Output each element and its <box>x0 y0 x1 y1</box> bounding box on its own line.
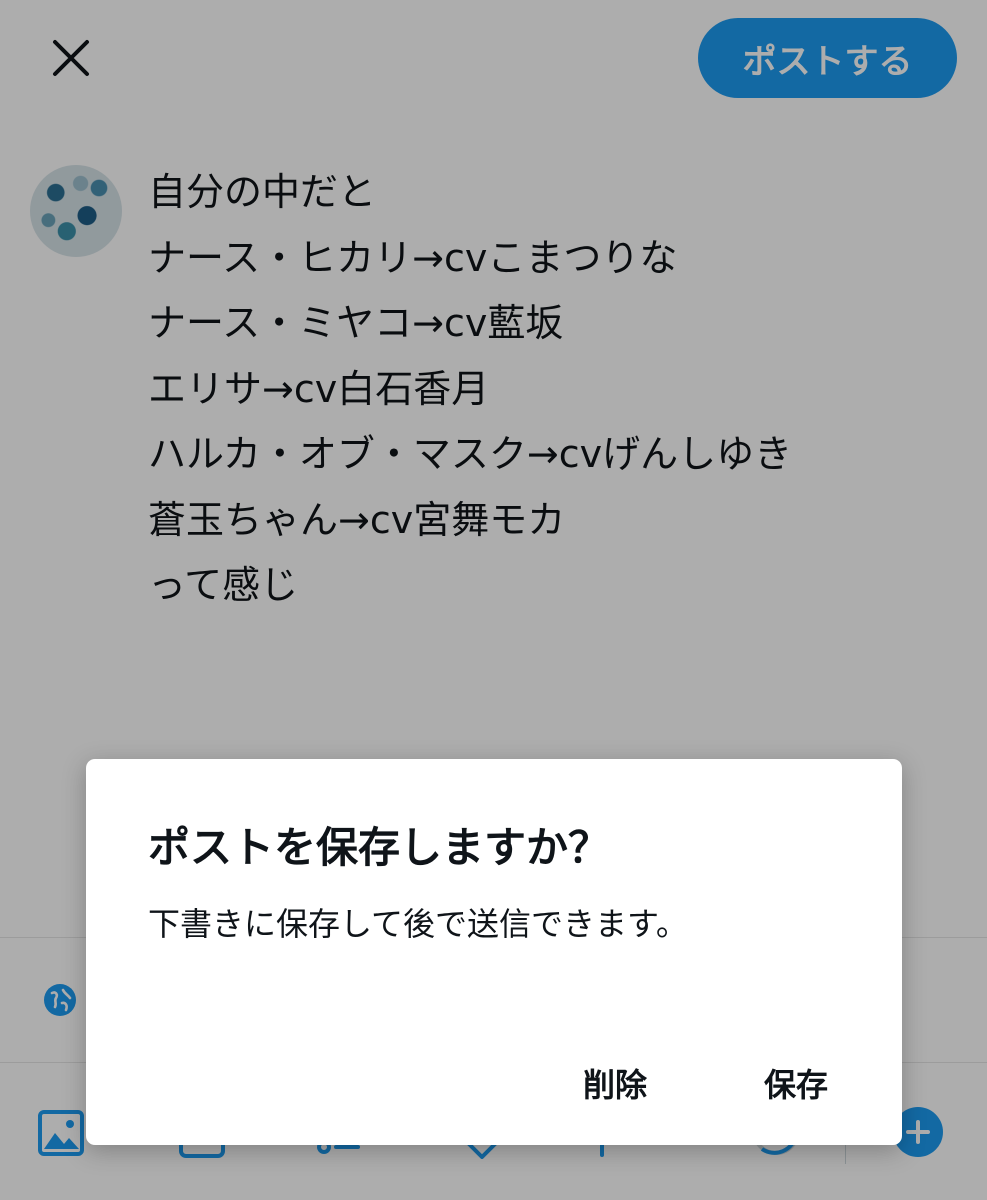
dialog-message: 下書きに保存して後で送信できます。 <box>148 905 688 943</box>
dialog-title: ポストを保存しますか？ <box>148 823 611 872</box>
delete-button[interactable]: 削除 <box>583 1059 647 1107</box>
save-post-dialog: ポストを保存しますか？ 下書きに保存して後で送信できます。 削除 保存 <box>86 759 902 1145</box>
save-button[interactable]: 保存 <box>764 1059 828 1107</box>
